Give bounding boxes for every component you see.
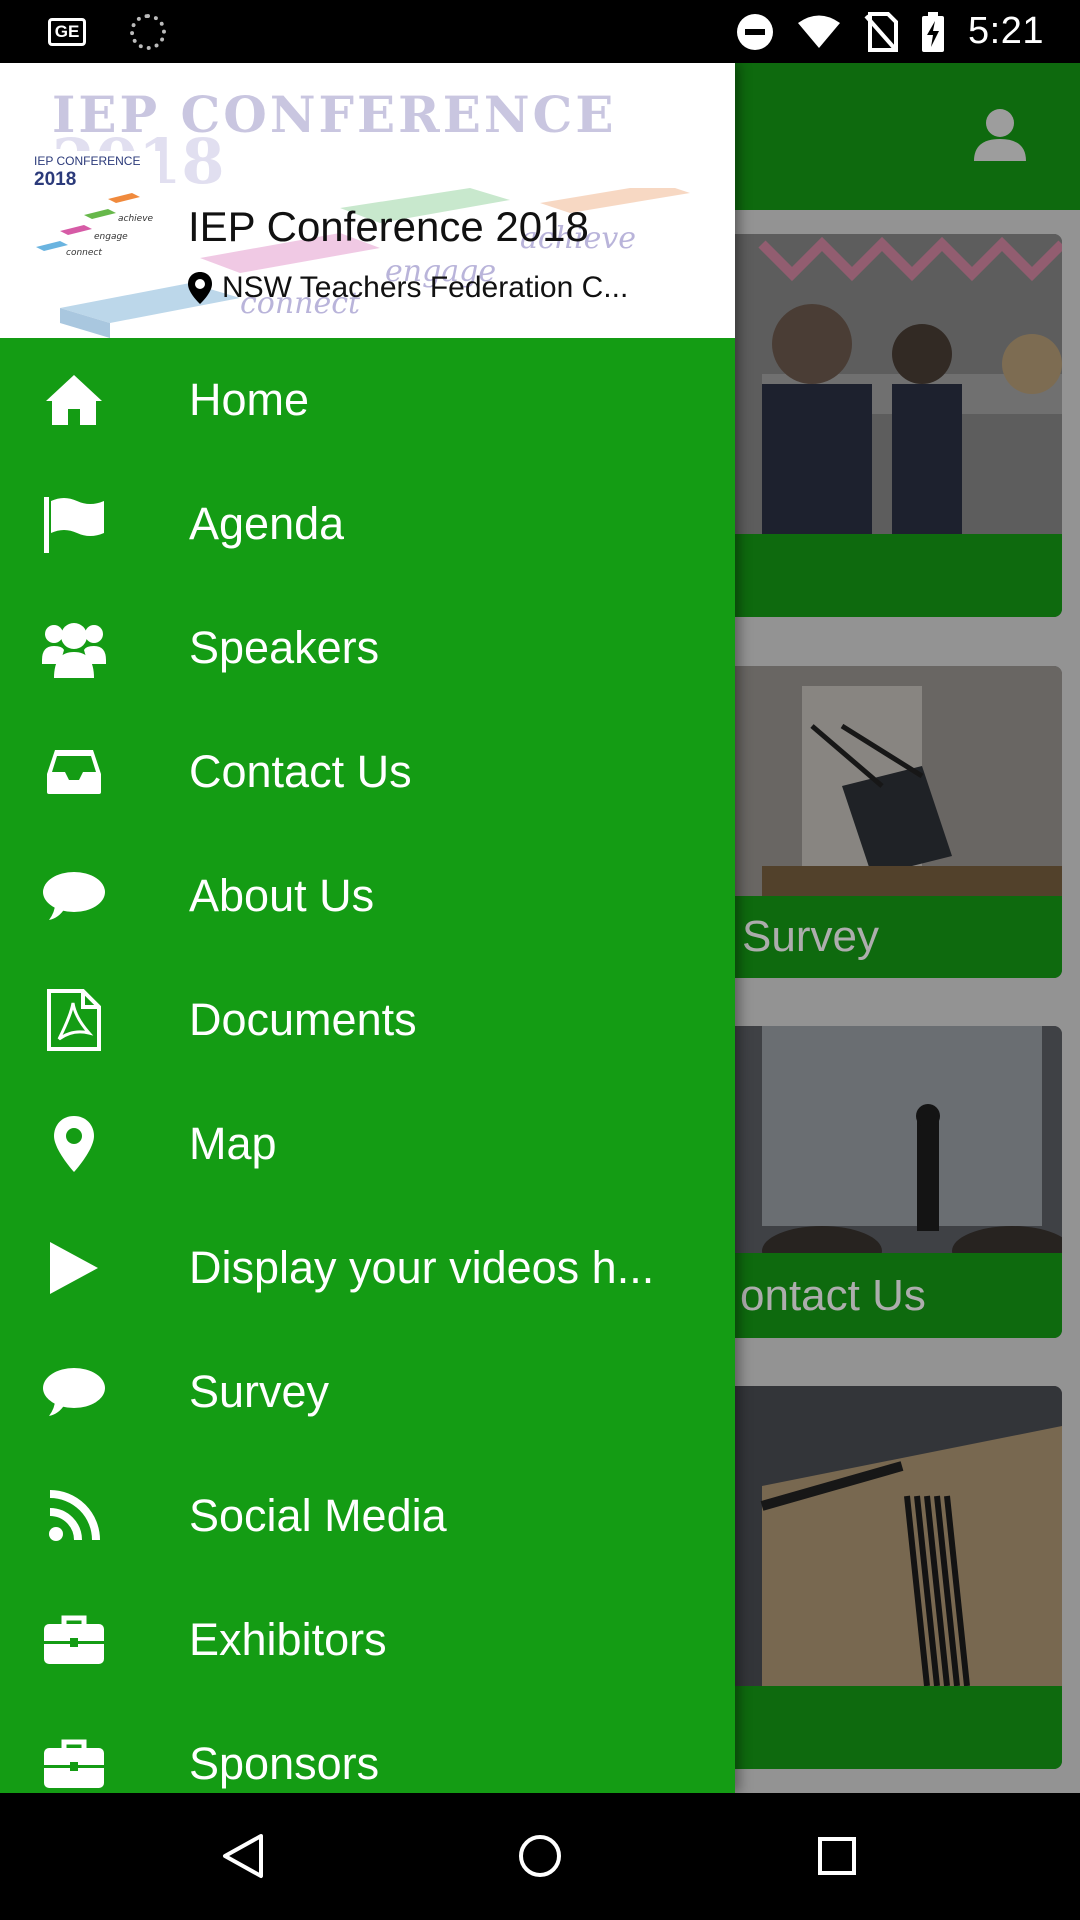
menu-label: Contact Us [189,746,412,797]
logo-year: 2018 [34,169,76,190]
menu-label: Map [189,1118,277,1169]
event-location-text: NSW Teachers Federation C... [222,271,629,304]
ge-icon: GE [48,18,86,46]
header-bg-title: IEP CONFERENCE [52,85,617,144]
chat-icon [38,1360,110,1424]
menu-label: Documents [189,994,417,1045]
drawer-header: 2018 IEP CONFERENCE connect engage achie… [0,63,735,338]
spinner-icon [130,14,166,50]
menu-label: Agenda [189,498,345,549]
map-pin-icon [38,1112,110,1176]
menu-item-home[interactable]: Home [0,338,735,462]
logo-connect: connect [66,248,102,258]
menu-item-contact-us[interactable]: Contact Us [0,710,735,834]
navigation-drawer: 2018 IEP CONFERENCE connect engage achie… [0,63,735,1793]
menu-label: Exhibitors [189,1614,387,1665]
event-location: NSW Teachers Federation C... [188,271,628,305]
back-icon[interactable] [208,1821,278,1891]
chat-icon [38,864,110,928]
menu-item-speakers[interactable]: Speakers [0,586,735,710]
clock: 5:21 [968,10,1044,52]
menu-item-documents[interactable]: Documents [0,958,735,1082]
rss-icon [38,1484,110,1548]
menu-item-about-us[interactable]: About Us [0,834,735,958]
do-not-disturb-icon [737,13,774,50]
menu-label: Speakers [189,622,380,673]
flag-icon [38,492,110,556]
wifi-icon [798,15,841,48]
battery-charging-icon [922,11,945,52]
home-icon [38,368,110,432]
menu-label: Display your videos h... [189,1242,655,1293]
menu-item-exhibitors[interactable]: Exhibitors [0,1578,735,1702]
logo-title: IEP CONFERENCE [34,154,140,168]
menu-item-map[interactable]: Map [0,1082,735,1206]
briefcase-icon [38,1732,110,1793]
logo-achieve: achieve [118,214,154,224]
no-sim-icon [864,11,899,52]
menu-item-social-media[interactable]: Social Media [0,1454,735,1578]
menu-item-sponsors[interactable]: Sponsors [0,1702,735,1793]
inbox-icon [38,740,110,804]
pdf-icon [38,988,110,1052]
menu-label: Social Media [189,1490,447,1541]
event-title: IEP Conference 2018 [188,203,589,250]
conference-logo: IEP CONFERENCE 2018 connect engage achie… [30,151,160,261]
menu-label: Home [189,374,310,425]
briefcase-icon [38,1608,110,1672]
recents-icon[interactable] [802,1821,872,1891]
menu-item-videos[interactable]: Display your videos h... [0,1206,735,1330]
location-pin-icon [188,272,212,304]
menu-item-agenda[interactable]: Agenda [0,462,735,586]
menu-label: Survey [189,1366,330,1417]
menu-label: Sponsors [189,1738,380,1789]
status-bar: GE 5:21 [0,0,1080,63]
play-icon [38,1236,110,1300]
system-nav-bar [0,1793,1080,1920]
drawer-menu: Home Agenda Speakers Contact Us About Us… [0,338,735,1793]
users-icon [38,616,110,680]
menu-label: About Us [189,870,375,921]
logo-engage: engage [94,232,128,242]
menu-item-survey[interactable]: Survey [0,1330,735,1454]
home-circle-icon[interactable] [505,1821,575,1891]
